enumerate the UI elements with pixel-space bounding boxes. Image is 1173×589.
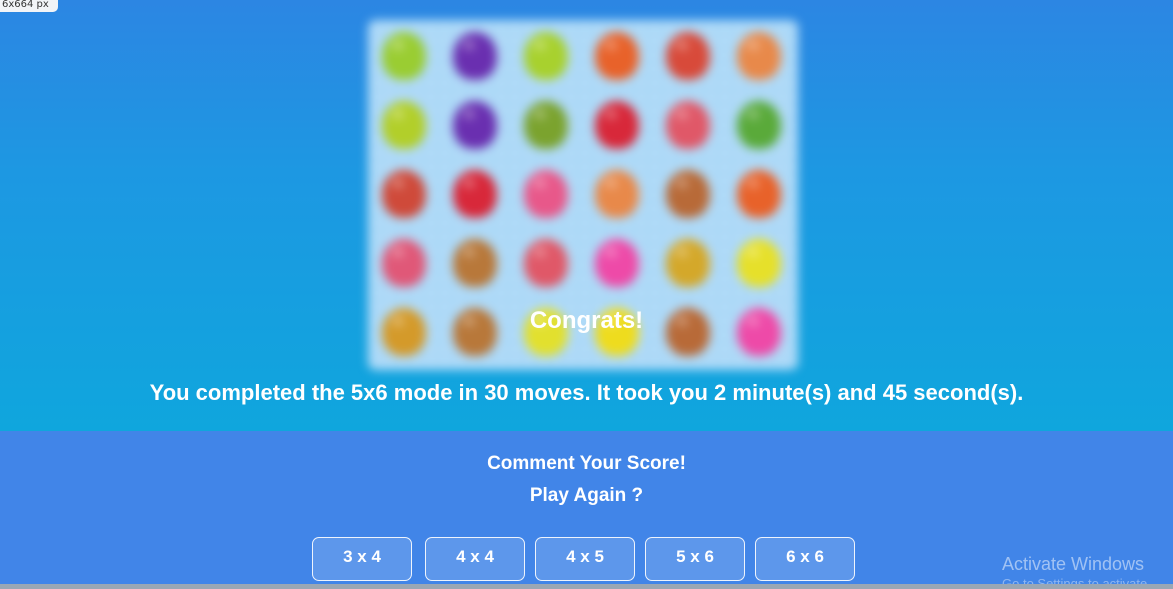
- activate-windows-title: Activate Windows: [1002, 554, 1145, 574]
- fruit-tile-orange[interactable]: [737, 170, 781, 218]
- mode-button-3x4[interactable]: 3 x 4: [312, 537, 412, 581]
- fruit-tile-lime[interactable]: [524, 32, 568, 80]
- fruit-tile-avocado[interactable]: [524, 101, 568, 149]
- fruit-tile-melon[interactable]: [737, 101, 781, 149]
- fruit-tile-lime[interactable]: [382, 101, 426, 149]
- fruit-tile-plum[interactable]: [453, 101, 497, 149]
- fruit-tile-dragonfruit[interactable]: [524, 170, 568, 218]
- fruit-tile-lemon[interactable]: [737, 239, 781, 287]
- mode-button-5x6[interactable]: 5 x 6: [645, 537, 745, 581]
- fruit-tile-papaya[interactable]: [595, 170, 639, 218]
- fruit-tile-papaya[interactable]: [737, 32, 781, 80]
- play-again-label: Play Again ?: [529, 485, 644, 506]
- fruit-tile-lychee[interactable]: [666, 101, 710, 149]
- fruit-tile-kiwi[interactable]: [666, 170, 710, 218]
- fruit-tile-pitaya[interactable]: [595, 239, 639, 287]
- congrats-title: Congrats!: [529, 307, 644, 334]
- mode-button-4x4[interactable]: 4 x 4: [425, 537, 525, 581]
- fruit-tile-dragonfruit[interactable]: [382, 239, 426, 287]
- mode-button-4x5[interactable]: 4 x 5: [535, 537, 635, 581]
- size-tag: 6x664 px: [0, 0, 58, 12]
- fruit-tile-pineapple[interactable]: [666, 239, 710, 287]
- bottom-edge: [0, 584, 1173, 589]
- fruit-tile-lychee[interactable]: [524, 239, 568, 287]
- fruit-tile-plum[interactable]: [453, 32, 497, 80]
- fruit-tile-strawberry[interactable]: [595, 101, 639, 149]
- fruit-tile-lime[interactable]: [382, 32, 426, 80]
- mode-button-6x6[interactable]: 6 x 6: [755, 537, 855, 581]
- play-again-panel: Comment Your Score! Play Again ? 3 x 4 4…: [0, 431, 1173, 589]
- fruit-tile-kiwi[interactable]: [453, 239, 497, 287]
- fruit-tile-watermelon[interactable]: [382, 170, 426, 218]
- fruit-tile-watermelon[interactable]: [666, 32, 710, 80]
- result-summary: You completed the 5x6 mode in 30 moves. …: [149, 380, 1024, 405]
- comment-score-label: Comment Your Score!: [487, 453, 686, 474]
- fruit-tile-orange[interactable]: [595, 32, 639, 80]
- fruit-tile-strawberry[interactable]: [453, 170, 497, 218]
- result-panel: 6x664 px Congrats! You completed the 5x6…: [0, 0, 1173, 431]
